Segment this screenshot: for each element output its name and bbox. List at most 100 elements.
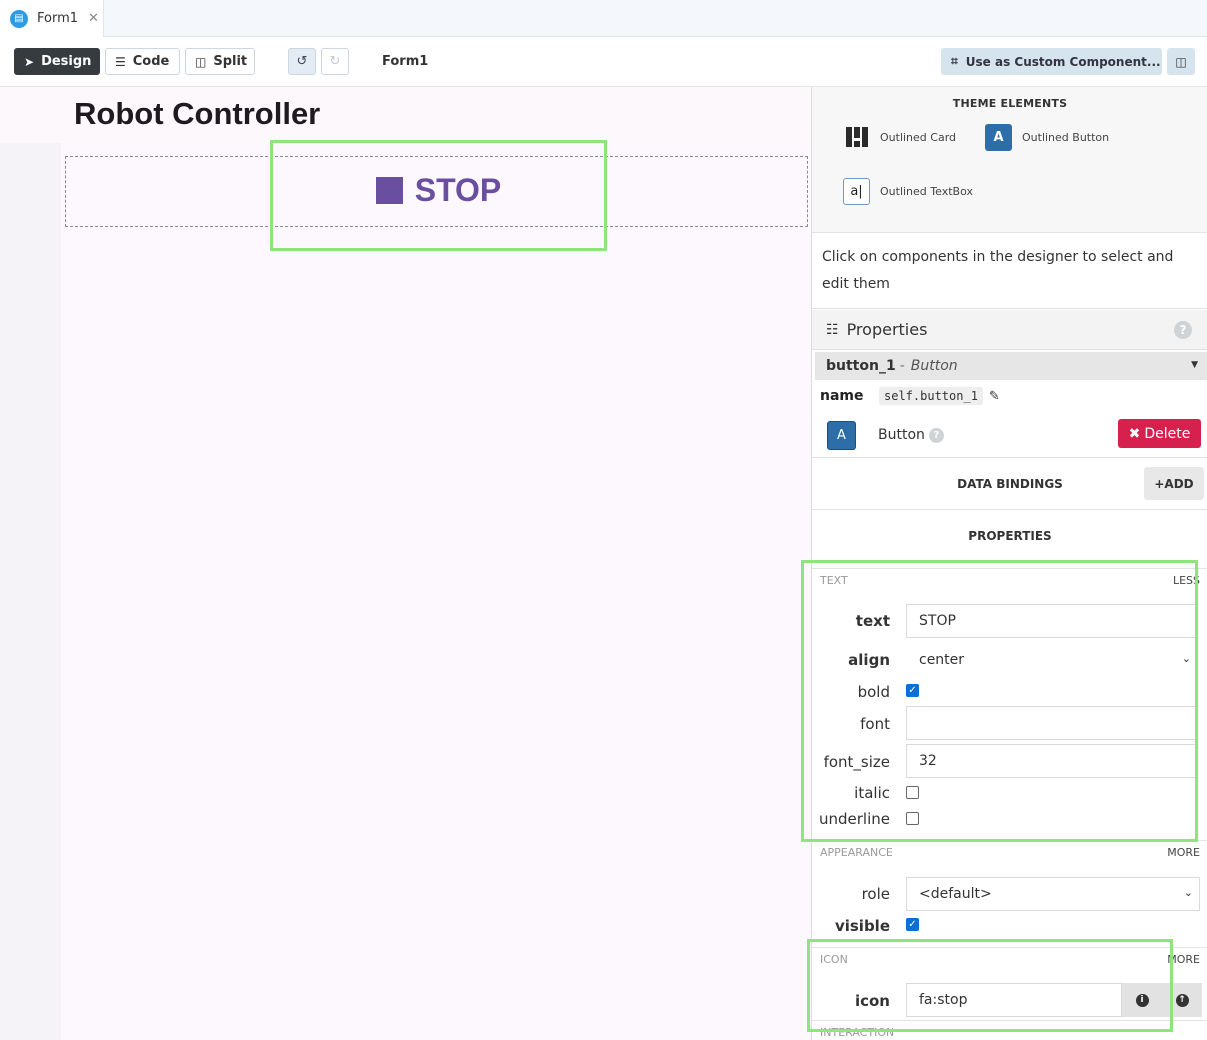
panel-toggle-button[interactable]: ◫ [1167,48,1195,75]
theme-elements-section: THEME ELEMENTS Outlined Card A Outlined … [812,87,1207,233]
code-button[interactable]: ☰ Code [105,48,180,75]
role-select[interactable]: <default> ⌄ [906,877,1200,911]
times-icon: ✖ [1128,425,1141,442]
chevron-down-icon: ⌄ [1181,652,1191,665]
properties-section: PROPERTIES [812,509,1207,561]
theme-item-outlined-textbox[interactable]: a| Outlined TextBox [843,178,973,205]
undo-icon: ↺ [296,54,308,69]
code-label: Code [132,54,170,69]
page-title[interactable]: Robot Controller [74,96,320,132]
chevron-down-icon: ⌄ [1183,886,1193,899]
info-icon: i [1135,993,1149,1007]
data-bindings-section: DATA BINDINGS + ADD [812,457,1207,509]
component-type-label: Button [878,427,925,443]
role-value: <default> [919,886,992,902]
component-type-row: A Button ? [827,420,944,450]
component-name: button_1 [826,358,896,374]
form-name: Form1 [382,54,429,69]
align-left-icon: ☰ [115,54,126,69]
tab-form1[interactable]: ▤ Form1 ✕ [0,0,104,37]
align-value: center [919,652,965,668]
close-icon[interactable]: ✕ [88,11,99,26]
interaction-group-title: INTERACTION [820,1026,895,1039]
properties-title: Properties [846,320,928,339]
underline-checkbox[interactable] [906,812,919,825]
data-bindings-title: DATA BINDINGS [957,476,1063,491]
split-button[interactable]: ◫ Split [185,48,255,75]
appearance-group-header: APPEARANCE MORE [812,840,1207,864]
prop-label-font-size: font_size [823,753,890,771]
icon-input[interactable]: fa:stop [906,983,1122,1017]
prop-label-icon: icon [854,992,890,1010]
designer-hint: Click on components in the designer to s… [812,234,1207,309]
name-label: name [820,388,864,404]
redo-icon: ↻ [329,54,341,69]
columns-icon: ◫ [195,54,207,69]
less-toggle[interactable]: LESS [1173,574,1200,587]
redo-button[interactable]: ↻ [321,48,349,75]
pencil-icon[interactable]: ✎ [989,389,1000,404]
split-label: Split [213,54,248,69]
prop-label-text: text [855,612,890,630]
button-component-icon: A [827,420,856,450]
canvas-gutter [0,143,61,1040]
name-value: self.button_1 [879,387,983,405]
stop-button[interactable]: STOP [272,160,605,220]
tab-bar: ▤ Form1 ✕ [0,0,1207,37]
icon-group-title: ICON [820,953,848,966]
text-input[interactable]: STOP [906,604,1198,638]
more-toggle[interactable]: MORE [1167,846,1200,859]
text-group-header: TEXT LESS [812,568,1207,592]
prop-label-underline: underline [818,810,890,828]
design-label: Design [41,54,92,69]
tab-label: Form1 [37,11,79,26]
sliders-icon: ☷ [826,321,839,338]
icon-upload-button[interactable]: ↑ [1162,983,1202,1017]
text-group-title: TEXT [820,574,848,587]
component-selector[interactable]: button_1 - Button ▼ [815,352,1207,380]
form-content-area[interactable] [61,143,811,1040]
add-label: ADD [1164,476,1194,491]
textbox-icon: a| [843,178,870,205]
prop-label-visible: visible [834,917,890,935]
theme-item-outlined-card[interactable]: Outlined Card [843,124,956,151]
stop-icon [375,176,403,204]
font-input[interactable] [906,706,1198,740]
prop-label-font: font [860,715,890,733]
appearance-group-title: APPEARANCE [820,846,893,859]
designer-toolbar: ➤ Design ☰ Code ◫ Split ↺ ↻ Form1 ⌗ Use … [0,37,1207,87]
theme-elements-title: THEME ELEMENTS [952,97,1068,110]
undo-button[interactable]: ↺ [288,48,316,75]
theme-item-outlined-button[interactable]: A Outlined Button [985,124,1109,151]
prop-label-bold: bold [857,683,890,701]
font-size-input[interactable]: 32 [906,744,1198,778]
button-icon: A [985,124,1012,151]
use-as-custom-component-button[interactable]: ⌗ Use as Custom Component... [941,48,1162,75]
form-file-icon: ▤ [10,9,28,28]
component-icon: ⌗ [951,54,958,68]
plus-icon: + [1154,476,1165,491]
theme-item-label: Outlined Card [880,131,957,144]
help-icon[interactable]: ? [1174,321,1192,339]
prop-label-align: align [848,651,890,669]
icon-info-button[interactable]: i [1122,983,1162,1017]
prop-label-role: role [861,885,890,903]
more-toggle[interactable]: MORE [1167,953,1200,966]
bold-checkbox[interactable]: ✓ [906,684,919,697]
theme-item-label: Outlined Button [1022,131,1110,144]
help-icon[interactable]: ? [928,427,944,443]
stop-button-label: STOP [414,171,502,208]
visible-checkbox[interactable]: ✓ [906,918,919,931]
align-select[interactable]: center ⌄ [906,643,1198,677]
delete-button[interactable]: ✖ Delete [1118,419,1201,448]
card-icon [843,124,870,151]
properties-section-title: PROPERTIES [968,528,1052,543]
component-type: Button [910,358,958,374]
custom-component-label: Use as Custom Component... [965,54,1161,69]
delete-label: Delete [1144,425,1191,442]
add-binding-button[interactable]: + ADD [1144,467,1204,500]
italic-checkbox[interactable] [906,786,919,799]
sidebar-icon: ◫ [1175,54,1187,69]
paper-plane-icon: ➤ [24,54,35,69]
design-button[interactable]: ➤ Design [14,48,100,75]
